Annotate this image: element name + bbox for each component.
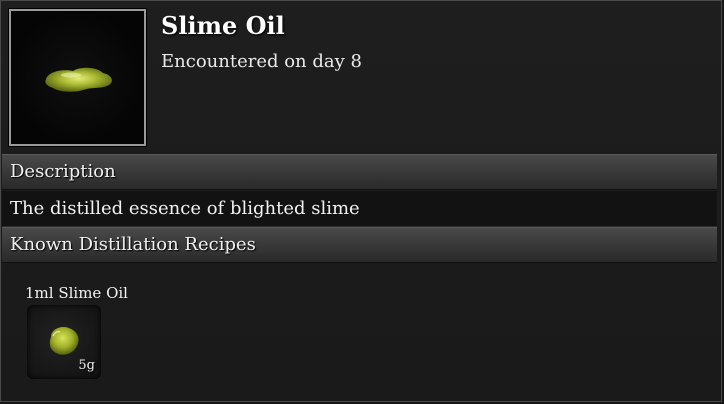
description-header: Description: [2, 154, 717, 190]
slime-oil-puddle-icon: [45, 67, 112, 92]
item-portrait: [8, 8, 147, 147]
recipe-quantity: 5g: [78, 358, 95, 373]
description-text: The distilled essence of blighted slime: [2, 191, 717, 227]
recipe-name: 1ml Slime Oil: [25, 284, 128, 302]
item-detail-panel: Slime Oil Encountered on day 8 Descripti…: [0, 0, 722, 402]
recipes-header: Known Distillation Recipes: [2, 227, 717, 263]
recipe-slot[interactable]: 5g: [27, 305, 101, 379]
encountered-text: Encountered on day 8: [161, 51, 362, 72]
item-title: Slime Oil: [161, 11, 285, 40]
